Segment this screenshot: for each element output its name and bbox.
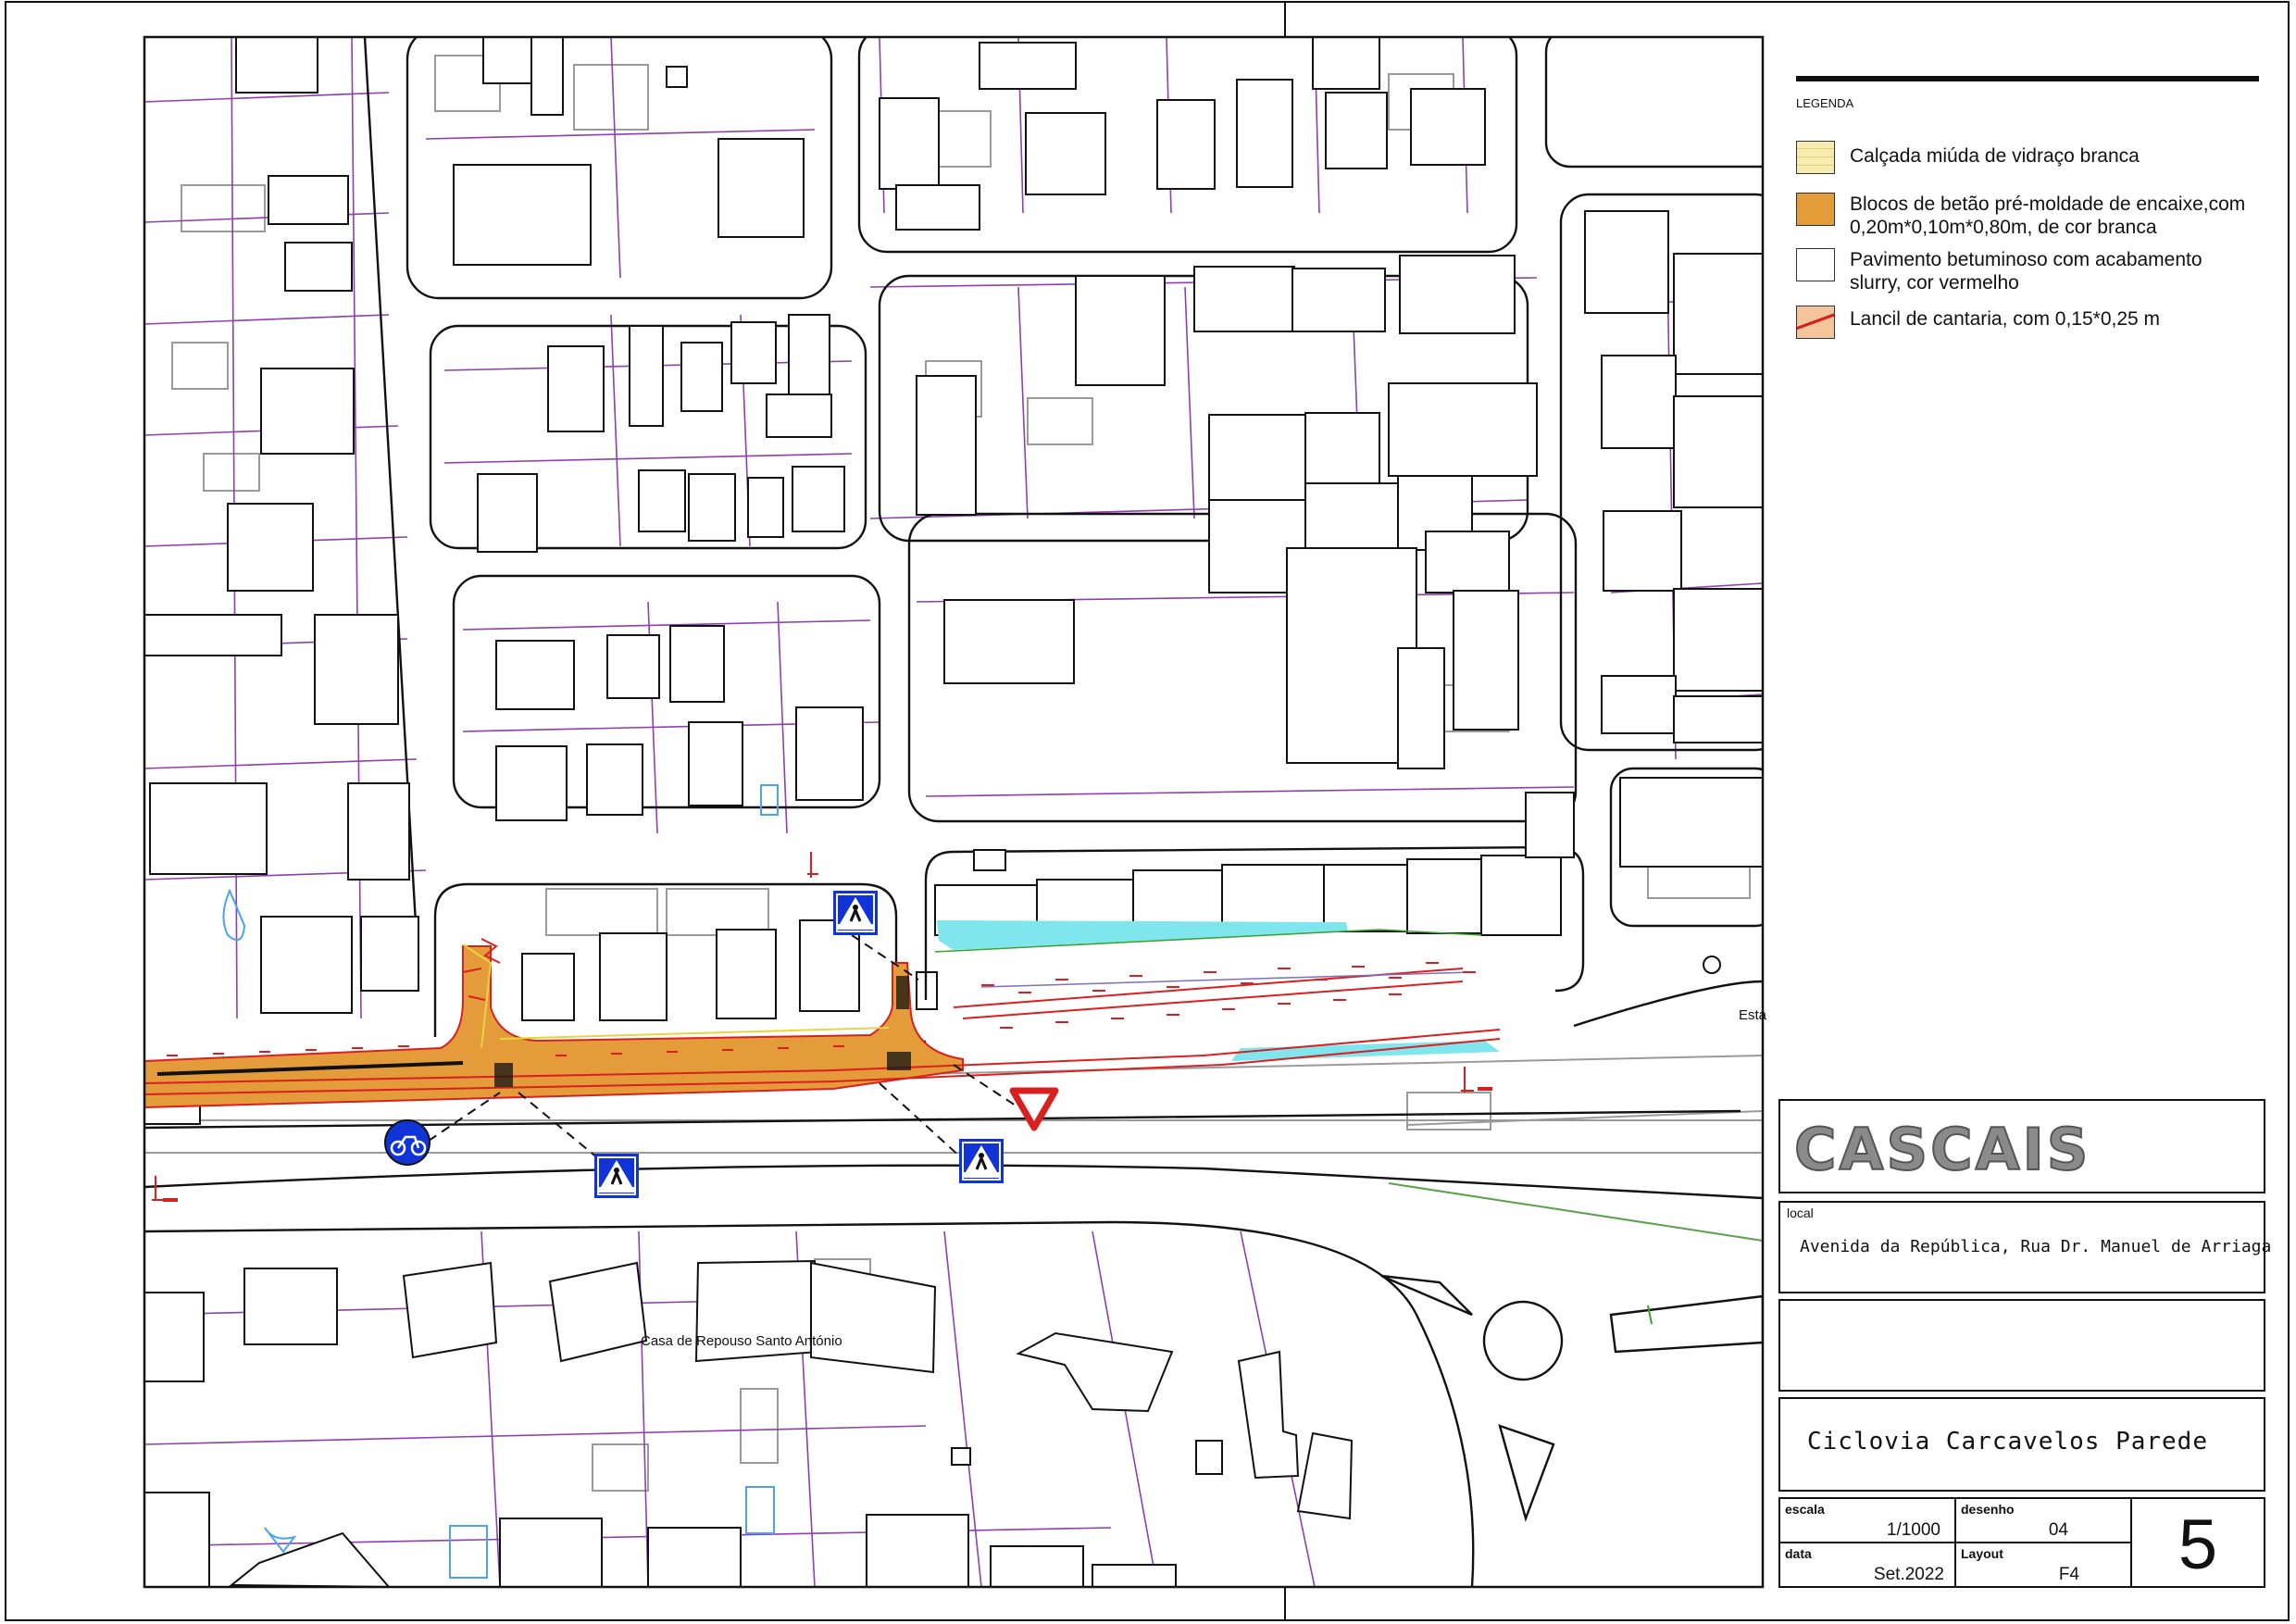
calcada-swatch xyxy=(1796,141,1835,174)
legend-label: Pavimento betuminoso com acabamento slur… xyxy=(1850,249,2202,294)
local-label: local xyxy=(1787,1206,1814,1220)
pedestrian-crossing-sign-icon xyxy=(957,1137,1005,1185)
bicycle-sign-icon xyxy=(384,1119,430,1166)
pavimento-swatch xyxy=(1796,248,1835,281)
legend-item-calcada: Calçada miúda de vidraço branca xyxy=(1796,141,2259,174)
station-label: Esta xyxy=(1739,1007,1767,1023)
desenho-label: desenho xyxy=(1961,1502,2015,1517)
data-value: Set.2022 xyxy=(1873,1565,1944,1584)
cascais-logo: CASCAIS xyxy=(1793,1115,2091,1184)
legend-title: LEGENDA xyxy=(1796,96,1854,110)
project-title: Ciclovia Carcavelos Parede xyxy=(1807,1428,2208,1455)
legend-item-blocos: Blocos de betão pré-moldade de encaixe,c… xyxy=(1796,193,2259,239)
layout-value: F4 xyxy=(2058,1565,2079,1584)
escala-label: escala xyxy=(1785,1502,1825,1517)
legend-label: Blocos de betão pré-moldade de encaixe,c… xyxy=(1850,194,2246,238)
map-area[interactable] xyxy=(144,28,1787,1587)
drawing-sheet xyxy=(5,1,2290,1621)
layout-label: Layout xyxy=(1961,1546,2003,1561)
legend-item-lancil: Lancil de cantaria, com 0,15*0,25 m xyxy=(1796,306,2259,339)
legend-label: Calçada miúda de vidraço branca xyxy=(1850,145,2140,167)
escala-value: 1/1000 xyxy=(1886,1520,1940,1540)
pedestrian-crossing-sign-icon xyxy=(593,1152,641,1200)
legend-label: Lancil de cantaria, com 0,15*0,25 m xyxy=(1850,308,2161,330)
blocos-swatch xyxy=(1796,193,1835,226)
local-value: Avenida da República, Rua Dr. Manuel de … xyxy=(1800,1237,2272,1256)
data-label: data xyxy=(1785,1546,1812,1561)
lancil-swatch xyxy=(1796,306,1835,339)
pedestrian-crossing-sign-icon xyxy=(831,889,880,937)
building-label-casa-de-repouso: Casa de Repouso Santo António xyxy=(641,1333,842,1349)
sheet-number: 5 xyxy=(2177,1505,2218,1584)
desenho-value: 04 xyxy=(2048,1520,2068,1540)
legend-item-pavimento: Pavimento betuminoso com acabamento slur… xyxy=(1796,248,2259,294)
